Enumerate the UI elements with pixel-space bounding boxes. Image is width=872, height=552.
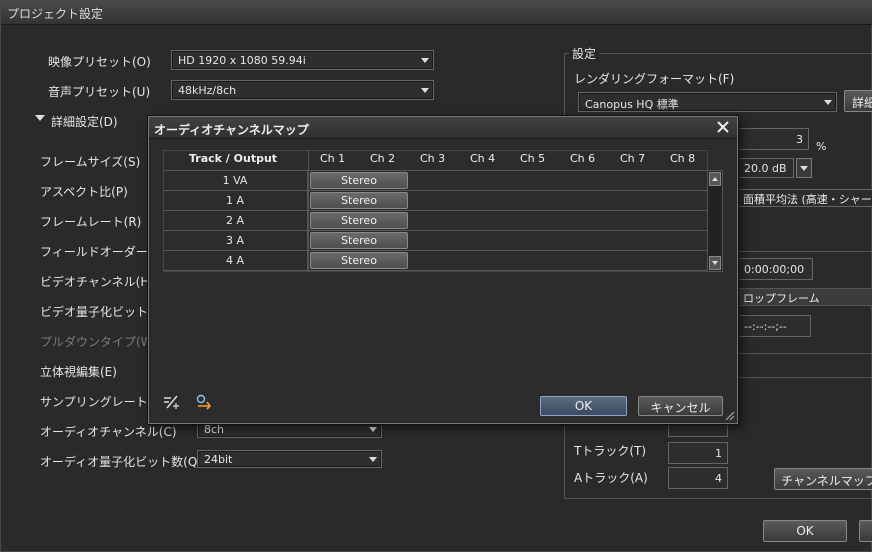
scroll-up-icon[interactable] [709,172,721,186]
track-row: 1 VA Stereo [163,171,708,191]
collapse-triangle-icon[interactable] [35,115,45,121]
pulldown-type-label: プルダウンタイプ(W) [40,335,158,349]
close-icon[interactable] [715,119,731,135]
track-name: 2 A [163,211,308,230]
chevron-down-icon [369,427,377,432]
ch-header: Ch 5 [520,152,546,165]
chevron-down-icon [421,88,429,93]
main-ok-button[interactable]: OK [763,520,847,542]
ch-header: Ch 4 [470,152,496,165]
channel-assignment-cell[interactable]: Stereo [310,232,408,249]
render-format-dropdown[interactable]: Canopus HQ 標準 [578,92,837,112]
db-field[interactable]: 20.0 dB [738,158,794,178]
chevron-down-icon [421,58,429,63]
stereo-edit-label: 立体視編集(E) [40,365,117,379]
track-name: 1 VA [163,171,308,190]
channel-assignment-cell[interactable]: Stereo [310,252,408,269]
render-format-value: Canopus HQ 標準 [585,98,679,111]
ch-header: Ch 1 [320,152,346,165]
track-row: 4 A Stereo [163,251,708,271]
t-track-field[interactable]: 1 [668,442,728,464]
track-name: 1 A [163,191,308,210]
aspect-ratio-label: アスペクト比(P) [40,185,128,199]
ch-header: Ch 8 [670,152,696,165]
resample-method-dropdown[interactable]: 面積平均法 (高速・シャープ) [738,189,872,207]
track-row: 1 A Stereo [163,191,708,211]
timecode2-field[interactable]: --:--:--;-- [738,315,811,337]
resize-grip-icon[interactable] [723,409,735,421]
settings-group-title: 設定 [569,45,600,62]
scroll-down-icon[interactable] [709,256,721,270]
window-title: プロジェクト設定 [7,7,104,21]
track-name: 4 A [163,251,308,270]
details-section-label[interactable]: 詳細設定(D) [51,113,118,130]
dialog-title: オーディオチャンネルマップ [154,123,309,137]
divider [738,251,872,252]
timecode-field[interactable]: 0:00:00;00 [738,258,813,280]
resample-method-value: 面積平均法 (高速・シャープ) [743,193,872,206]
divider [738,353,872,354]
t-track-label: Tトラック(T) [574,444,647,458]
audio-channel-value: 8ch [204,423,225,436]
video-channel-label: ビデオチャンネル(H) [40,275,155,289]
db-dropdown-button[interactable] [796,158,812,178]
channel-assignment-cell[interactable]: Stereo [310,172,408,189]
track-output-header: Track / Output [189,152,278,165]
track-row: 3 A Stereo [163,231,708,251]
audio-preset-label: 音声プリセット(U) [48,85,151,99]
audio-bits-label: オーディオ量子化ビット数(Q) [40,455,202,469]
dropframe-label: ロップフレーム [743,292,820,305]
chevron-down-icon [824,100,832,105]
channel-map-button[interactable]: チャンネルマップ [774,468,872,490]
chevron-down-icon [369,457,377,462]
channel-assignment-cell[interactable]: Stereo [310,212,408,229]
video-preset-label: 映像プリセット(O) [48,55,151,69]
dropframe-bar[interactable]: ロップフレーム [738,288,872,306]
audio-preset-dropdown[interactable]: 48kHz/8ch [171,80,434,100]
percent-field[interactable]: 3 [738,128,809,150]
chevron-down-icon [800,166,808,171]
audio-channel-label: オーディオチャンネル(C) [40,425,177,439]
track-name: 3 A [163,231,308,250]
frame-size-label: フレームサイズ(S) [40,155,141,169]
ch-header: Ch 3 [420,152,446,165]
divider [738,377,872,378]
dialog-titlebar[interactable]: オーディオチャンネルマップ [149,117,737,139]
dialog-cancel-button[interactable]: キャンセル [638,396,723,416]
a-track-field[interactable]: 4 [668,467,728,489]
window-titlebar[interactable]: プロジェクト設定 [1,1,872,25]
percent-unit: % [816,140,827,153]
video-preset-value: HD 1920 x 1080 59.94i [178,54,306,67]
ch-header: Ch 6 [570,152,596,165]
dialog-ok-button[interactable]: OK [540,396,627,416]
render-detail-button[interactable]: 詳細 [844,90,872,112]
audio-preset-value: 48kHz/8ch [178,84,237,97]
audio-bits-dropdown[interactable]: 24bit [197,450,382,468]
auto-assign-icon[interactable] [163,394,181,410]
ch-header: Ch 2 [370,152,396,165]
channel-assignment-cell[interactable]: Stereo [310,192,408,209]
render-format-label: レンダリングフォーマット(F) [574,72,735,86]
a-track-label: Aトラック(A) [574,471,648,485]
audio-bits-value: 24bit [204,453,233,466]
grid-scrollbar[interactable] [707,170,723,272]
reset-mapping-icon[interactable] [195,394,213,410]
ch-header: Ch 7 [620,152,646,165]
sampling-rate-label: サンプリングレート(T) [40,395,165,409]
track-row: 2 A Stereo [163,211,708,231]
frame-rate-label: フレームレート(R) [40,215,142,229]
video-preset-dropdown[interactable]: HD 1920 x 1080 59.94i [171,50,434,70]
main-cancel-button[interactable] [859,520,872,542]
